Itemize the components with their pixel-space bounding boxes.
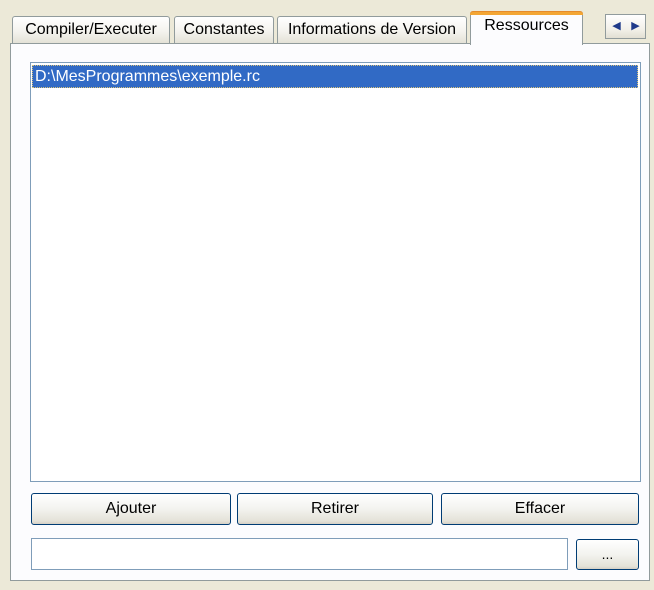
tab-scroll-buttons: ◀ ▶ <box>605 14 646 39</box>
scroll-right-icon[interactable]: ▶ <box>626 15 645 38</box>
clear-button[interactable]: Effacer <box>441 493 639 525</box>
resources-listbox[interactable]: D:\MesProgrammes\exemple.rc <box>30 62 641 482</box>
scroll-left-icon[interactable]: ◀ <box>607 15 626 38</box>
browse-button[interactable]: ... <box>576 539 639 570</box>
tab-compiler-executer[interactable]: Compiler/Executer <box>12 16 170 43</box>
remove-button[interactable]: Retirer <box>237 493 433 525</box>
resource-path-input[interactable] <box>31 538 568 570</box>
tab-informations-de-version[interactable]: Informations de Version <box>277 16 467 43</box>
tab-ressources[interactable]: Ressources <box>470 11 583 45</box>
add-button[interactable]: Ajouter <box>31 493 231 525</box>
list-item-selected[interactable]: D:\MesProgrammes\exemple.rc <box>32 65 638 88</box>
tab-constantes[interactable]: Constantes <box>174 16 274 43</box>
